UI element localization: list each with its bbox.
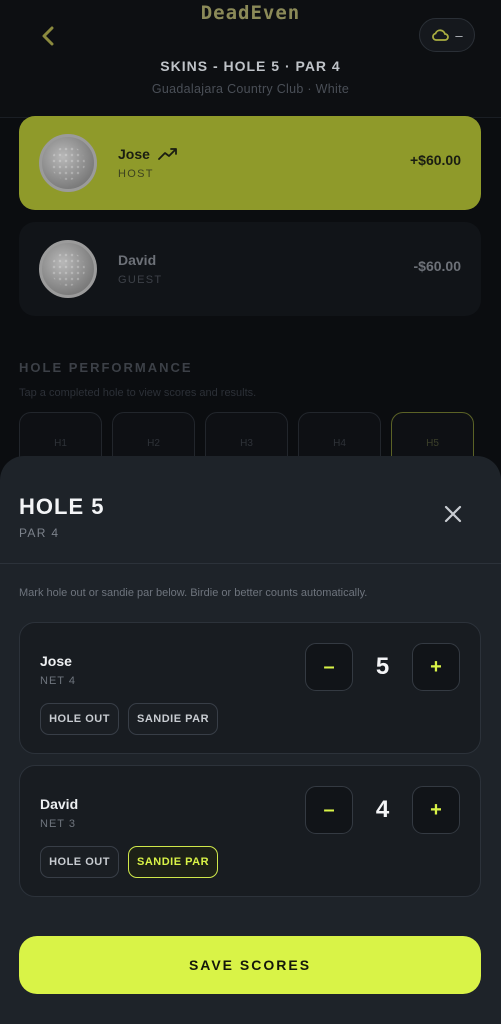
sheet-title: HOLE 5 (19, 494, 105, 519)
score-player-name: David (40, 796, 79, 812)
score-net: NET 3 (40, 818, 76, 830)
sandie-par-toggle[interactable]: SANDIE PAR (128, 846, 218, 878)
top-header: DeadEven – SKINS - HOLE 5 · PAR 4 Guadal… (0, 0, 501, 118)
player-amount: -$60.00 (413, 258, 461, 274)
hole-performance-subtitle: Tap a completed hole to view scores and … (19, 387, 257, 399)
weather-value: – (455, 27, 463, 43)
golf-ball-avatar (39, 240, 97, 298)
cloud-icon (432, 29, 450, 41)
decrement-button[interactable]: – (305, 643, 353, 691)
score-value: 5 (375, 653, 390, 680)
score-card-david: David NET 3 HOLE OUT SANDIE PAR – 4 + (19, 765, 481, 897)
score-net: NET 4 (40, 675, 76, 687)
chevron-left-icon (42, 26, 54, 46)
sheet-par: PAR 4 (19, 526, 60, 540)
player-card-jose[interactable]: Jose HOST +$60.00 (19, 116, 481, 210)
increment-button[interactable]: + (412, 643, 460, 691)
increment-button[interactable]: + (412, 786, 460, 834)
score-card-jose: Jose NET 4 HOLE OUT SANDIE PAR – 5 + (19, 622, 481, 754)
back-button[interactable] (34, 22, 62, 50)
sheet-instructions: Mark hole out or sandie par below. Birdi… (19, 587, 368, 599)
hole-performance-title: HOLE PERFORMANCE (19, 360, 193, 375)
divider (0, 563, 501, 564)
player-card-david[interactable]: David GUEST -$60.00 (19, 222, 481, 316)
player-amount: +$60.00 (410, 152, 461, 168)
decrement-button[interactable]: – (305, 786, 353, 834)
close-button[interactable] (439, 500, 467, 528)
course-subtitle: Guadalajara Country Club · White (151, 82, 350, 96)
trending-up-icon (158, 148, 177, 160)
hole-score-sheet: HOLE 5 PAR 4 Mark hole out or sandie par… (0, 456, 501, 1024)
score-player-name: Jose (40, 653, 72, 669)
weather-pill[interactable]: – (419, 18, 475, 52)
hole-out-toggle[interactable]: HOLE OUT (40, 703, 119, 735)
player-role: GUEST (118, 274, 163, 286)
page-title: SKINS - HOLE 5 · PAR 4 (160, 58, 341, 74)
sandie-par-toggle[interactable]: SANDIE PAR (128, 703, 218, 735)
golf-ball-avatar (39, 134, 97, 192)
player-name: David (118, 252, 157, 268)
hole-out-toggle[interactable]: HOLE OUT (40, 846, 119, 878)
player-role: HOST (118, 168, 154, 180)
save-scores-button[interactable]: SAVE SCORES (19, 936, 481, 994)
player-name: Jose (118, 146, 150, 162)
score-value: 4 (375, 796, 390, 823)
close-icon (444, 505, 462, 523)
